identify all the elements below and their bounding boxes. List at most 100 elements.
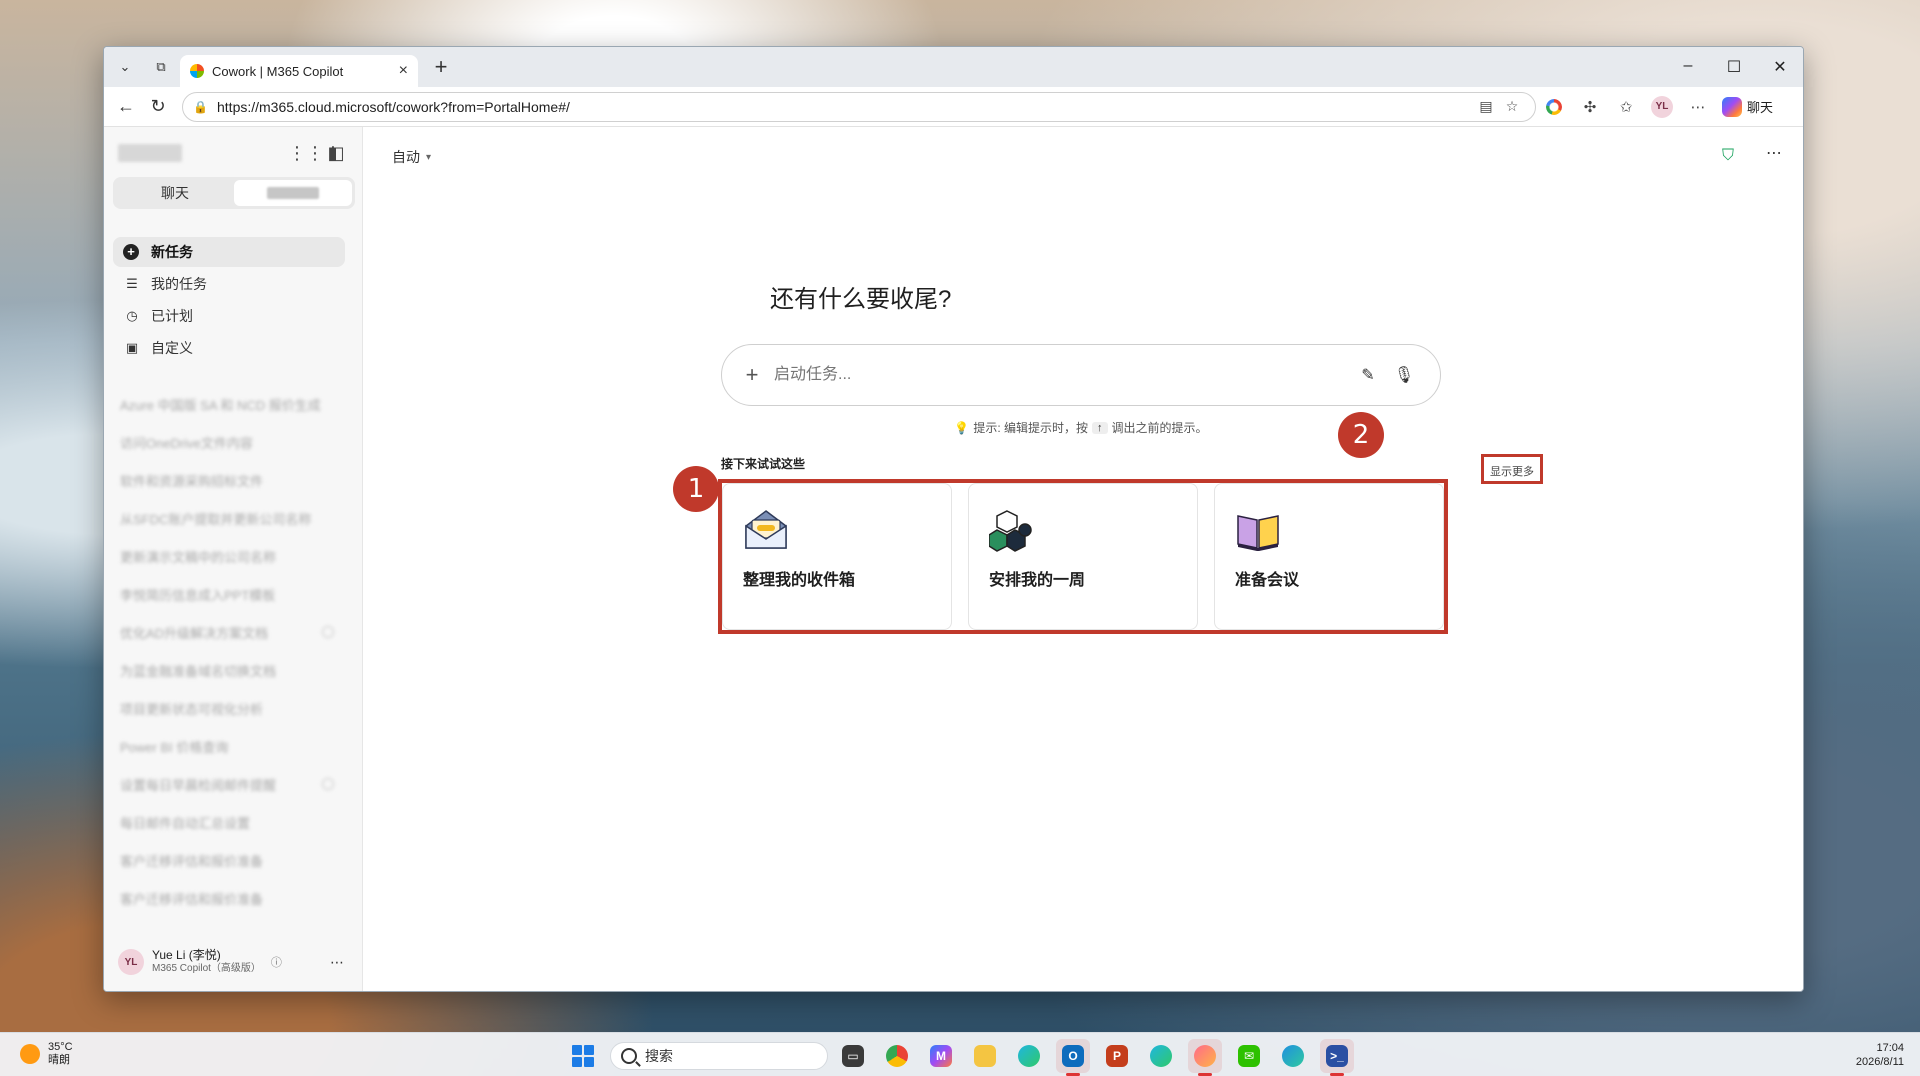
extension-ring-icon[interactable] xyxy=(1536,98,1572,115)
user-more-icon[interactable]: ⋯ xyxy=(330,954,350,971)
copilot-app-icon[interactable] xyxy=(1188,1039,1222,1076)
history-item[interactable]: 李悦简历信息成入PPT模板 xyxy=(120,575,346,613)
history-item[interactable]: 客户迁移评估和报价准备 xyxy=(120,879,346,917)
extensions-icon[interactable]: ✣ xyxy=(1572,98,1608,116)
copilot-logo-icon xyxy=(1722,96,1742,117)
weather-widget[interactable]: 35°C 晴朗 xyxy=(20,1041,73,1067)
sidebar-item-new-task[interactable]: + 新任务 xyxy=(113,237,345,267)
add-attachment-icon[interactable]: + xyxy=(740,362,764,388)
tab-bar: ⌄ ⧉ Cowork | M365 Copilot × + – ☐ ✕ xyxy=(104,47,1803,87)
browser-window: ⌄ ⧉ Cowork | M365 Copilot × + – ☐ ✕ ← ↻ … xyxy=(103,46,1804,992)
history-item[interactable]: 设置每日早晨检阅邮件提醒 xyxy=(120,765,346,803)
plus-circle-icon: + xyxy=(123,244,139,260)
profile-avatar[interactable]: YL xyxy=(1644,95,1680,118)
user-name: Yue Li (李悦) xyxy=(152,948,221,962)
history-item[interactable]: 从SFDC账户提取并更新公司名称 xyxy=(120,499,346,537)
hint-prefix: 提示: 编辑提示时，按 xyxy=(973,421,1089,435)
info-icon[interactable]: ⓘ xyxy=(271,954,282,970)
edge-dev-icon[interactable] xyxy=(1144,1039,1178,1073)
copilot-chat-button[interactable]: 聊天 xyxy=(1722,96,1773,117)
system-clock[interactable]: 17:04 2026/8/11 xyxy=(1856,1041,1904,1069)
m365-app-icon[interactable]: M xyxy=(924,1039,958,1073)
wechat-icon[interactable]: ✉ xyxy=(1232,1039,1266,1073)
annotation-callout-1: 1 xyxy=(673,466,719,512)
task-composer: + ✎ 🎙 xyxy=(721,344,1441,406)
favorite-star-icon[interactable]: ☆ xyxy=(1499,98,1525,115)
sun-icon xyxy=(20,1044,40,1064)
collapse-sidebar-icon[interactable]: ◧ xyxy=(324,141,348,165)
taskbar-search[interactable]: 搜索 xyxy=(610,1042,828,1070)
sidebar-nav: + 新任务 ☰ 我的任务 ◷ 已计划 ▣ 自定义 xyxy=(113,237,345,365)
suggestion-card-week[interactable]: 安排我的一周 xyxy=(968,483,1198,630)
settings-more-icon[interactable]: ⋯ xyxy=(1680,98,1716,116)
segment-cowork-label xyxy=(267,187,319,199)
sidebar-item-my-tasks[interactable]: ☰ 我的任务 xyxy=(113,269,345,299)
back-icon[interactable]: ← xyxy=(110,96,142,117)
url-field[interactable]: 🔒 https://m365.cloud.microsoft/cowork?fr… xyxy=(182,91,1536,122)
refresh-icon[interactable]: ↻ xyxy=(142,96,174,117)
close-window-icon[interactable]: ✕ xyxy=(1757,57,1803,77)
weather-temp: 35°C xyxy=(48,1041,73,1053)
task-view-icon[interactable]: ▭ xyxy=(836,1039,870,1073)
history-item[interactable]: 优化AD升级解决方案文档 xyxy=(120,613,346,651)
list-icon: ☰ xyxy=(126,276,138,291)
briefcase-icon: ▣ xyxy=(125,340,139,355)
history-item[interactable]: 软件和资源采购招标文件 xyxy=(120,461,346,499)
maximize-icon[interactable]: ☐ xyxy=(1711,57,1757,77)
history-item[interactable]: 更新演示文稿中的公司名称 xyxy=(120,537,346,575)
powershell-icon[interactable]: >_ xyxy=(1320,1039,1354,1076)
browser-tab[interactable]: Cowork | M365 Copilot × xyxy=(180,55,418,87)
microphone-icon[interactable]: 🎙 xyxy=(1386,365,1422,385)
user-plan: M365 Copilot（高级版） xyxy=(152,963,261,974)
edge-icon[interactable] xyxy=(1012,1039,1046,1073)
sidebar: ⋮⋮⋮ ◧ 聊天 + 新任务 ☰ 我的任务 ◷ 已计划 ▣ 自定义 Azure … xyxy=(104,127,363,991)
prompt-style-icon[interactable]: ✎ xyxy=(1350,365,1386,385)
annotation-callout-2: 2 xyxy=(1338,412,1384,458)
outlook-icon[interactable]: O xyxy=(1056,1039,1090,1076)
sidebar-item-custom[interactable]: ▣ 自定义 xyxy=(113,333,345,363)
search-label: 搜索 xyxy=(645,1048,673,1064)
windows-start-icon[interactable] xyxy=(572,1045,594,1067)
mode-selector[interactable]: 自动 ▾ xyxy=(392,147,431,167)
edge-beta-icon[interactable] xyxy=(1276,1039,1310,1073)
envelope-icon xyxy=(745,510,787,549)
app-launcher-icon[interactable]: ⋮⋮⋮ xyxy=(288,141,342,165)
hint-suffix: 调出之前的提示。 xyxy=(1111,421,1208,435)
history-item[interactable]: 为蓝金融准备域名切换文档 xyxy=(120,651,346,689)
file-explorer-icon[interactable] xyxy=(968,1039,1002,1073)
task-input[interactable] xyxy=(772,365,1350,385)
history-item[interactable]: 项目更新状态可视化分析 xyxy=(120,689,346,727)
sidebar-item-scheduled[interactable]: ◷ 已计划 xyxy=(113,301,345,331)
reader-view-icon[interactable]: ▤ xyxy=(1473,98,1499,115)
history-item[interactable]: 客户迁移评估和报价准备 xyxy=(120,841,346,879)
site-info-icon[interactable]: 🔒 xyxy=(193,100,208,114)
org-logo xyxy=(118,144,182,162)
clock-date: 2026/8/11 xyxy=(1855,1056,1904,1068)
book-icon xyxy=(1237,515,1279,551)
suggestion-card-inbox[interactable]: 整理我的收件箱 xyxy=(722,483,952,630)
favorites-icon[interactable]: ✩ xyxy=(1608,98,1644,116)
chrome-icon[interactable] xyxy=(880,1039,914,1073)
show-more-link[interactable]: 显示更多 xyxy=(1481,454,1543,484)
tab-actions-chevron-icon[interactable]: ⌄ xyxy=(110,52,140,82)
history-item[interactable]: Azure 中国版 SA 和 NCD 报价生成 xyxy=(120,385,346,423)
minimize-icon[interactable]: – xyxy=(1665,57,1711,77)
segment-cowork[interactable] xyxy=(234,180,352,206)
url-text: https://m365.cloud.microsoft/cowork?from… xyxy=(217,98,570,115)
history-item[interactable]: 访问OneDrive文件内容 xyxy=(120,423,346,461)
m365-favicon-icon xyxy=(190,64,204,78)
workspaces-icon[interactable]: ⧉ xyxy=(146,52,176,82)
history-item[interactable]: 每日邮件自动汇总设置 xyxy=(120,803,346,841)
close-tab-icon[interactable]: × xyxy=(399,62,408,80)
history-item[interactable]: Power BI 价格查询 xyxy=(120,727,346,765)
powerpoint-icon[interactable]: P xyxy=(1100,1039,1134,1073)
taskbar: 35°C 晴朗 搜索 ▭ M O P ✉ >_ 17:04 2026/8/11 xyxy=(0,1032,1920,1076)
suggestion-card-meeting[interactable]: 准备会议 xyxy=(1214,483,1444,630)
user-profile[interactable]: YL Yue Li (李悦) M365 Copilot（高级版） ⓘ ⋯ xyxy=(118,945,350,979)
segment-chat[interactable]: 聊天 xyxy=(116,180,234,206)
new-tab-icon[interactable]: + xyxy=(428,54,454,80)
main-panel: 自动 ▾ ⛉ ⋯ 还有什么要收尾? + ✎ 🎙 💡 提示: 编辑提示时，按 ↑ … xyxy=(364,127,1803,991)
shield-check-icon[interactable]: ⛉ xyxy=(1718,145,1738,167)
more-options-icon[interactable]: ⋯ xyxy=(1766,143,1782,163)
hint-key: ↑ xyxy=(1092,421,1108,434)
